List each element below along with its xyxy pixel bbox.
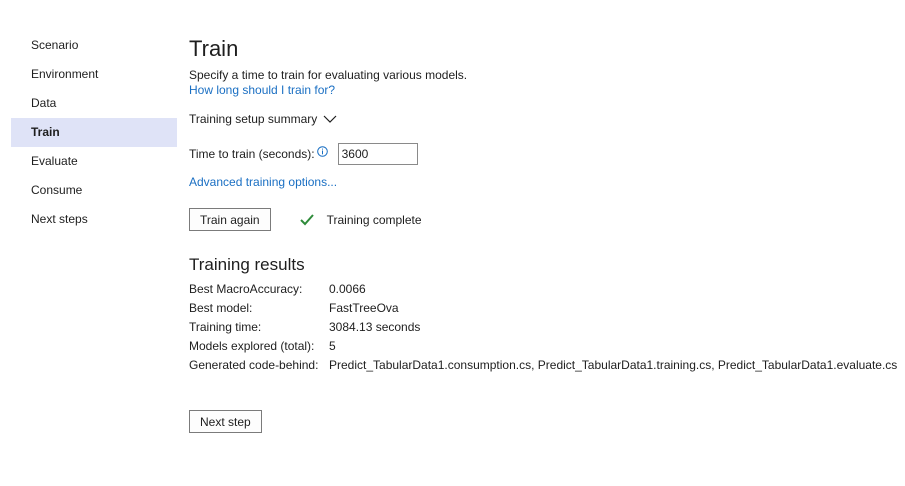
- sidebar-item-scenario[interactable]: Scenario: [11, 31, 177, 60]
- result-key: Models explored (total):: [189, 339, 315, 353]
- chevron-down-icon: [323, 115, 337, 123]
- result-key: Generated code-behind:: [189, 358, 319, 372]
- page-title: Train: [189, 36, 239, 61]
- sidebar-item-data[interactable]: Data: [11, 89, 177, 118]
- sidebar-nav: Scenario Environment Data Train Evaluate…: [11, 31, 177, 234]
- training-status: Training complete: [299, 213, 422, 227]
- result-value: 5: [329, 339, 336, 353]
- training-setup-summary-label: Training setup summary: [189, 112, 318, 126]
- training-status-text: Training complete: [326, 212, 422, 227]
- result-row-training-time: Training time: 3084.13 seconds: [189, 318, 897, 337]
- result-value: 0.0066: [329, 282, 366, 296]
- main-panel: Train Specify a time to train for evalua…: [189, 36, 897, 433]
- next-step-container: Next step: [189, 410, 262, 433]
- result-row-best-model: Best model: FastTreeOva: [189, 299, 897, 318]
- checkmark-icon: [299, 213, 314, 225]
- sidebar-item-next-steps[interactable]: Next steps: [11, 205, 177, 234]
- sidebar-item-evaluate[interactable]: Evaluate: [11, 147, 177, 176]
- train-duration-help-link[interactable]: How long should I train for?: [189, 83, 335, 97]
- page-subtitle: Specify a time to train for evaluating v…: [189, 68, 468, 82]
- result-key: Training time:: [189, 320, 262, 334]
- result-value: 3084.13 seconds: [329, 320, 421, 334]
- training-setup-summary-toggle[interactable]: Training setup summary: [189, 112, 337, 126]
- time-to-train-input[interactable]: [337, 143, 418, 165]
- result-row-models-explored: Models explored (total): 5: [189, 337, 897, 356]
- result-row-best-metric: Best MacroAccuracy: 0.0066: [189, 280, 897, 299]
- advanced-training-options-link[interactable]: Advanced training options...: [189, 175, 337, 189]
- info-icon[interactable]: [316, 145, 328, 157]
- train-again-button[interactable]: Train again: [189, 208, 271, 231]
- result-value: FastTreeOva: [329, 301, 399, 315]
- time-to-train-label: Time to train (seconds):: [189, 147, 315, 161]
- result-key: Best model:: [189, 301, 253, 315]
- training-results-title: Training results: [189, 255, 305, 274]
- result-key: Best MacroAccuracy:: [189, 282, 303, 296]
- sidebar-item-environment[interactable]: Environment: [11, 60, 177, 89]
- result-row-generated-code: Generated code-behind: Predict_TabularDa…: [189, 356, 897, 375]
- time-to-train-row: Time to train (seconds):: [189, 143, 418, 165]
- sidebar-item-consume[interactable]: Consume: [11, 176, 177, 205]
- app-root: Scenario Environment Data Train Evaluate…: [0, 0, 905, 486]
- train-action-row: Train again Training complete: [189, 208, 422, 231]
- training-results-table: Best MacroAccuracy: 0.0066 Best model: F…: [189, 280, 897, 375]
- sidebar-item-train[interactable]: Train: [11, 118, 177, 147]
- next-step-button[interactable]: Next step: [189, 410, 262, 433]
- result-value: Predict_TabularData1.consumption.cs, Pre…: [329, 358, 898, 372]
